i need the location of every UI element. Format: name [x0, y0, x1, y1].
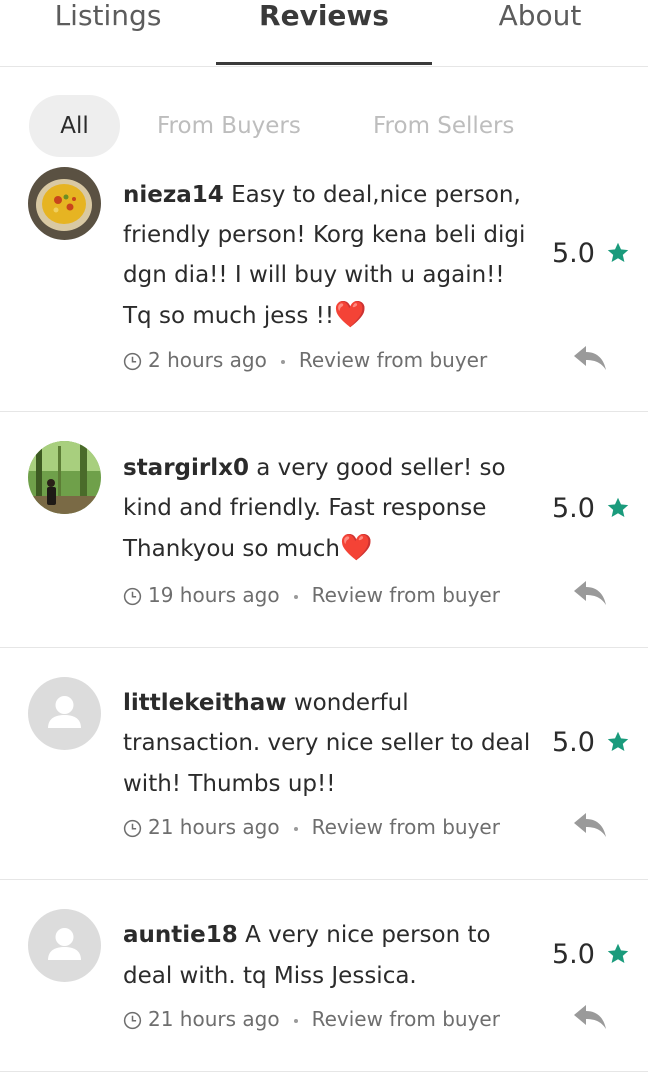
reply-icon — [574, 813, 606, 837]
reviewer-avatar[interactable] — [28, 167, 101, 240]
review-source: Review from buyer — [311, 815, 500, 839]
star-icon — [607, 242, 628, 262]
reviewer-avatar[interactable] — [28, 909, 101, 982]
reply-icon — [574, 1005, 606, 1029]
review-meta: 2 hours ago Review from buyer — [123, 346, 487, 374]
reply-button[interactable] — [572, 579, 608, 607]
default-user-icon — [48, 696, 81, 728]
star-icon — [607, 943, 628, 963]
review-meta: 19 hours ago Review from buyer — [123, 581, 500, 609]
review-time: 19 hours ago — [148, 583, 280, 607]
rating-value: 5.0 — [552, 727, 595, 758]
clock-icon — [123, 1011, 142, 1030]
review-meta: 21 hours ago Review from buyer — [123, 1005, 500, 1033]
rating-value: 5.0 — [552, 493, 595, 524]
reply-icon — [574, 581, 606, 605]
review-rating: 5.0 — [552, 492, 630, 526]
review-filters: All From Buyers From Sellers — [0, 67, 648, 162]
reply-button[interactable] — [572, 811, 608, 839]
active-tab-indicator — [216, 62, 432, 65]
heart-emoji: ❤️ — [334, 300, 367, 330]
review-body: auntie18 A very nice person to deal with… — [123, 915, 533, 996]
review-body: stargirlx0 a very good seller! so kind a… — [123, 448, 533, 569]
separator-dot — [280, 359, 285, 364]
forest-photo-avatar — [28, 441, 101, 514]
heart-emoji: ❤️ — [339, 533, 373, 563]
review-item: littlekeithaw wonderful transaction. ver… — [0, 648, 648, 880]
review-time: 2 hours ago — [148, 348, 267, 372]
reply-button[interactable] — [572, 1003, 608, 1031]
separator-dot — [293, 594, 298, 599]
clock-icon — [123, 587, 142, 606]
review-item: auntie18 A very nice person to deal with… — [0, 880, 648, 1072]
review-rating: 5.0 — [552, 237, 630, 271]
default-user-icon — [48, 928, 81, 960]
star-icon — [607, 731, 628, 751]
rating-value: 5.0 — [552, 939, 595, 970]
reviewer-username[interactable]: nieza14 — [123, 182, 224, 208]
reviewer-username[interactable]: stargirlx0 — [123, 455, 249, 481]
review-time: 21 hours ago — [148, 1007, 280, 1031]
review-time: 21 hours ago — [148, 815, 280, 839]
filter-from-buyers-chip[interactable]: From Buyers — [157, 95, 301, 157]
review-source: Review from buyer — [298, 348, 488, 372]
reviewer-username[interactable]: littlekeithaw — [123, 690, 287, 716]
reviewer-avatar[interactable] — [28, 441, 101, 514]
review-body: littlekeithaw wonderful transaction. ver… — [123, 683, 533, 804]
review-source: Review from buyer — [311, 1007, 500, 1031]
review-rating: 5.0 — [552, 726, 630, 760]
rating-value: 5.0 — [552, 238, 595, 269]
filter-all-chip[interactable]: All — [29, 95, 120, 157]
review-item: nieza14 Easy to deal,nice person, friend… — [0, 162, 648, 412]
review-body: nieza14 Easy to deal,nice person, friend… — [123, 175, 533, 336]
food-photo-avatar — [28, 167, 101, 240]
tab-about[interactable]: About — [432, 0, 648, 66]
reply-button[interactable] — [572, 344, 608, 372]
tab-listings[interactable]: Listings — [0, 0, 216, 66]
review-source: Review from buyer — [311, 583, 500, 607]
profile-tabs: Listings Reviews About — [0, 0, 648, 67]
clock-icon — [123, 819, 142, 838]
reviewer-username[interactable]: auntie18 — [123, 922, 238, 948]
filter-from-sellers-chip[interactable]: From Sellers — [373, 95, 514, 157]
clock-icon — [123, 352, 142, 371]
review-item: stargirlx0 a very good seller! so kind a… — [0, 412, 648, 648]
tab-reviews[interactable]: Reviews — [216, 0, 432, 66]
review-rating: 5.0 — [552, 938, 630, 972]
reply-icon — [574, 346, 606, 370]
separator-dot — [293, 1018, 298, 1023]
star-icon — [607, 497, 628, 517]
review-meta: 21 hours ago Review from buyer — [123, 813, 500, 841]
separator-dot — [293, 826, 298, 831]
reviewer-avatar[interactable] — [28, 677, 101, 750]
